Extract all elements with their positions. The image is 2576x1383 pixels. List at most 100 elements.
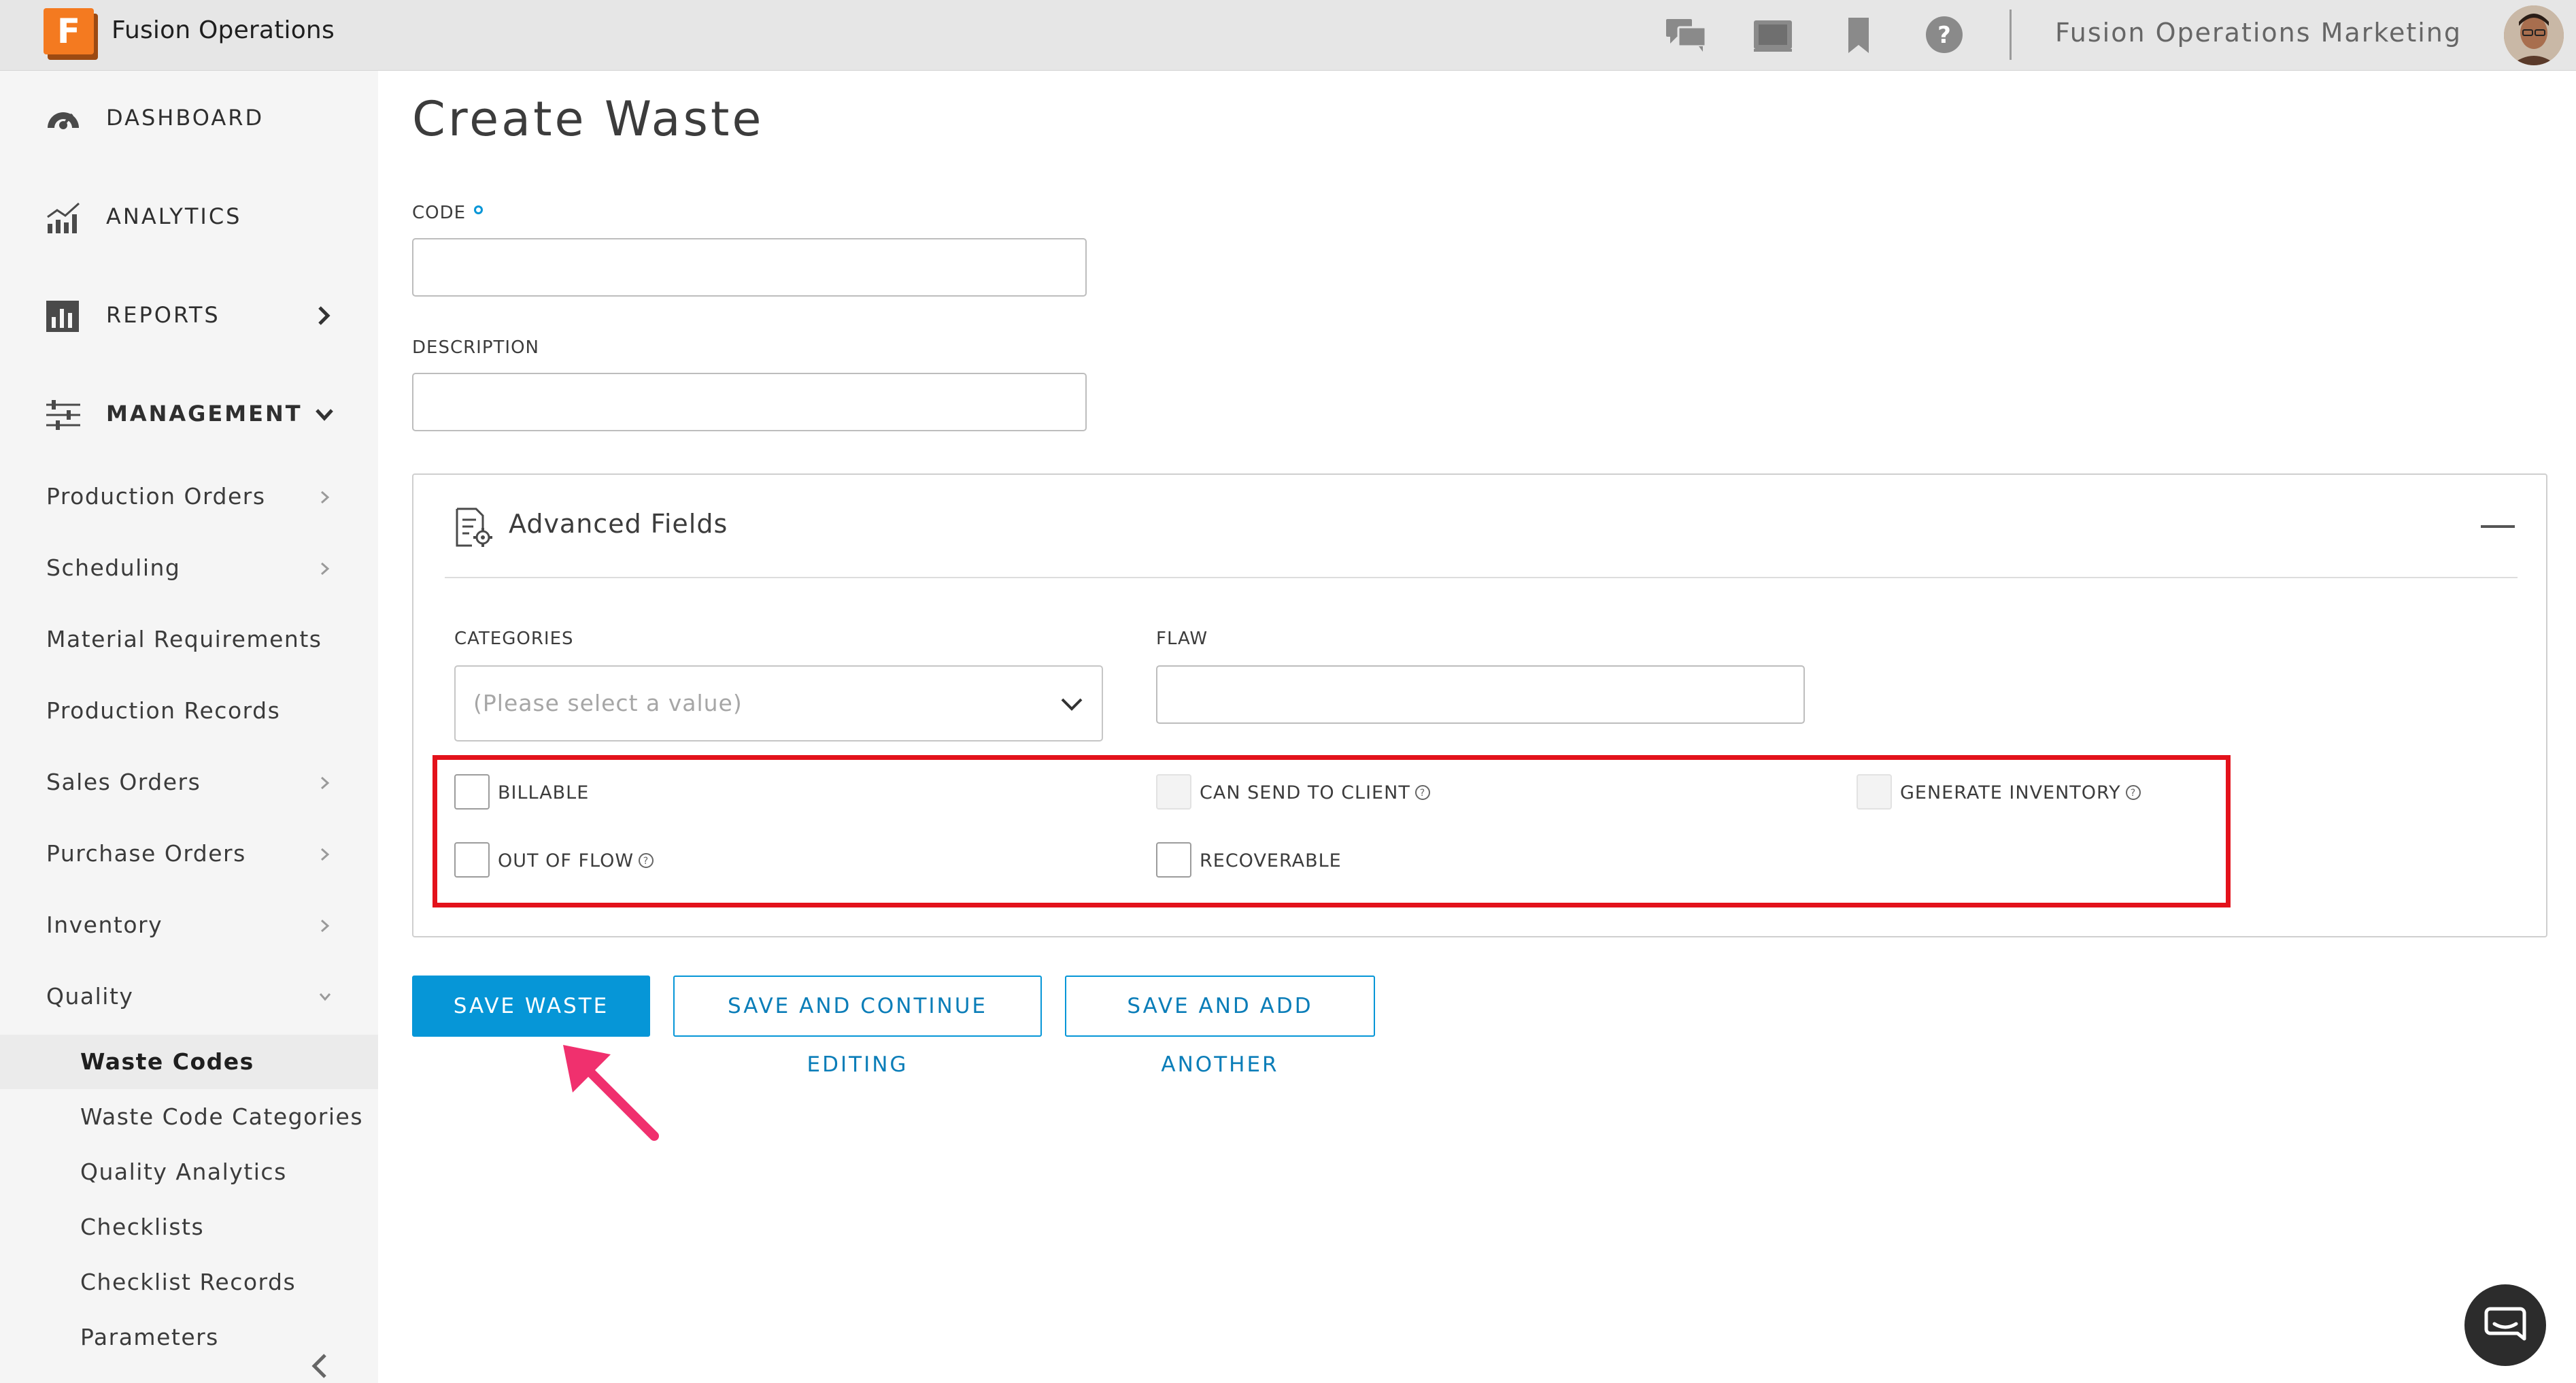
save-and-add-another-button[interactable]: SAVE AND ADD ANOTHER [1065,976,1375,1077]
user-avatar[interactable] [2504,5,2564,65]
recoverable-checkbox[interactable] [1156,842,1191,878]
save-and-continue-editing-button[interactable]: SAVE AND CONTINUE EDITING [673,976,1042,1077]
nav-checklists[interactable]: Checklists [0,1200,378,1254]
nav-waste-code-categories-label: Waste Code Categories [80,1103,364,1130]
nav-inventory[interactable]: Inventory [0,895,378,956]
nav-waste-codes[interactable]: Waste Codes [0,1035,378,1089]
nav-quality-label: Quality [46,983,134,1010]
svg-text:?: ? [2130,788,2135,799]
description-label: DESCRIPTION [412,337,539,358]
nav-checklists-label: Checklists [80,1214,205,1240]
chevron-down-icon [1061,698,1083,711]
org-name[interactable]: Fusion Operations Marketing [2055,18,2462,48]
nav-quality-analytics[interactable]: Quality Analytics [0,1145,378,1199]
app-name[interactable]: Fusion Operations [112,16,335,44]
nav-inventory-label: Inventory [46,912,163,938]
sidebar: DASHBOARD ANALYTICS REPORTS MANAGEMENT P… [0,71,378,1383]
collapse-panel-icon[interactable] [2481,525,2515,528]
out-of-flow-text: OUT OF FLOW [498,850,634,871]
help-icon[interactable]: ? [1923,15,1965,54]
code-label: CODE [412,203,484,223]
nav-reports-label: REPORTS [106,302,220,328]
chat-launcher-button[interactable] [2464,1284,2546,1366]
app-logo[interactable]: F [44,8,99,60]
logo-letter: F [44,8,94,54]
svg-text:?: ? [1937,22,1951,49]
chevron-right-icon [321,776,330,790]
collapse-sidebar-icon[interactable] [307,1351,331,1381]
annotation-arrow-icon [563,1045,659,1141]
message-icon [2484,1307,2526,1341]
out-of-flow-checkbox[interactable] [454,842,490,878]
chat-icon[interactable] [1665,15,1707,54]
nav-material-requirements-label: Material Requirements [46,626,322,652]
nav-checklist-records-label: Checklist Records [80,1269,296,1295]
categories-select[interactable]: (Please select a value) [454,665,1103,742]
nav-scheduling[interactable]: Scheduling [0,538,378,599]
billable-label: BILLABLE [498,782,590,803]
nav-analytics-label: ANALYTICS [106,203,242,229]
nav-production-records-label: Production Records [46,697,281,724]
save-waste-button[interactable]: SAVE WASTE [412,976,650,1037]
gauge-icon [48,112,79,129]
nav-production-orders-label: Production Orders [46,483,266,510]
nav-quality[interactable]: Quality [0,967,378,1028]
required-indicator-icon [474,205,484,214]
can-send-to-client-label: CAN SEND TO CLIENT? [1200,782,1431,803]
generate-inventory-label: GENERATE INVENTORY? [1900,782,2141,803]
chart-icon [47,202,80,233]
help-circle-icon[interactable]: ? [638,852,654,869]
nav-management[interactable]: MANAGEMENT [0,380,378,448]
description-input[interactable] [412,373,1087,431]
nav-reports[interactable]: REPORTS [0,282,378,350]
bookmark-icon[interactable] [1837,15,1880,54]
advanced-fields-panel: Advanced Fields CATEGORIES (Please selec… [412,473,2547,937]
help-circle-icon[interactable]: ? [2125,784,2141,801]
nav-purchase-orders-label: Purchase Orders [46,840,246,867]
recoverable-label: RECOVERABLE [1200,850,1342,871]
billable-checkbox[interactable] [454,774,490,810]
generate-inventory-checkbox [1857,774,1892,810]
categories-label: CATEGORIES [454,629,574,649]
nav-parameters-label: Parameters [80,1324,219,1350]
nav-checklist-records[interactable]: Checklist Records [0,1255,378,1310]
nav-dashboard-label: DASHBOARD [106,105,265,131]
chevron-right-icon [318,306,331,325]
nav-material-requirements[interactable]: Material Requirements [0,610,378,671]
categories-placeholder: (Please select a value) [473,690,743,716]
nav-production-records[interactable]: Production Records [0,681,378,742]
nav-waste-code-categories[interactable]: Waste Code Categories [0,1090,378,1144]
highlight-annotation-box [433,755,2231,907]
code-input[interactable] [412,238,1087,297]
top-bar: F Fusion Operations ? Fusion Operations … [0,0,2576,71]
nav-scheduling-label: Scheduling [46,554,181,581]
flaw-label: FLAW [1156,629,1208,649]
chevron-right-icon [321,919,330,933]
nav-dashboard[interactable]: DASHBOARD [0,84,378,152]
nav-waste-codes-label: Waste Codes [80,1048,254,1075]
chevron-down-icon [319,993,331,1001]
chevron-right-icon [321,562,330,576]
settings-document-icon [456,507,492,547]
nav-sales-orders[interactable]: Sales Orders [0,752,378,814]
nav-production-orders[interactable]: Production Orders [0,467,378,528]
nav-purchase-orders[interactable]: Purchase Orders [0,824,378,885]
header-divider [2010,10,2012,60]
nav-management-label: MANAGEMENT [106,401,303,427]
chevron-right-icon [321,490,330,504]
nav-sales-orders-label: Sales Orders [46,769,201,795]
code-label-text: CODE [412,203,467,223]
flaw-input[interactable] [1156,665,1805,724]
panel-divider [445,577,2518,578]
generate-inventory-text: GENERATE INVENTORY [1900,782,2121,803]
can-send-to-client-text: CAN SEND TO CLIENT [1200,782,1410,803]
page-title: Create Waste [412,91,764,147]
out-of-flow-label: OUT OF FLOW? [498,850,654,871]
screen-icon[interactable] [1752,15,1794,54]
help-circle-icon[interactable]: ? [1414,784,1431,801]
can-send-to-client-checkbox [1156,774,1191,810]
svg-text:?: ? [643,856,649,867]
nav-analytics[interactable]: ANALYTICS [0,183,378,251]
nav-quality-analytics-label: Quality Analytics [80,1159,287,1185]
svg-text:?: ? [1420,788,1425,799]
